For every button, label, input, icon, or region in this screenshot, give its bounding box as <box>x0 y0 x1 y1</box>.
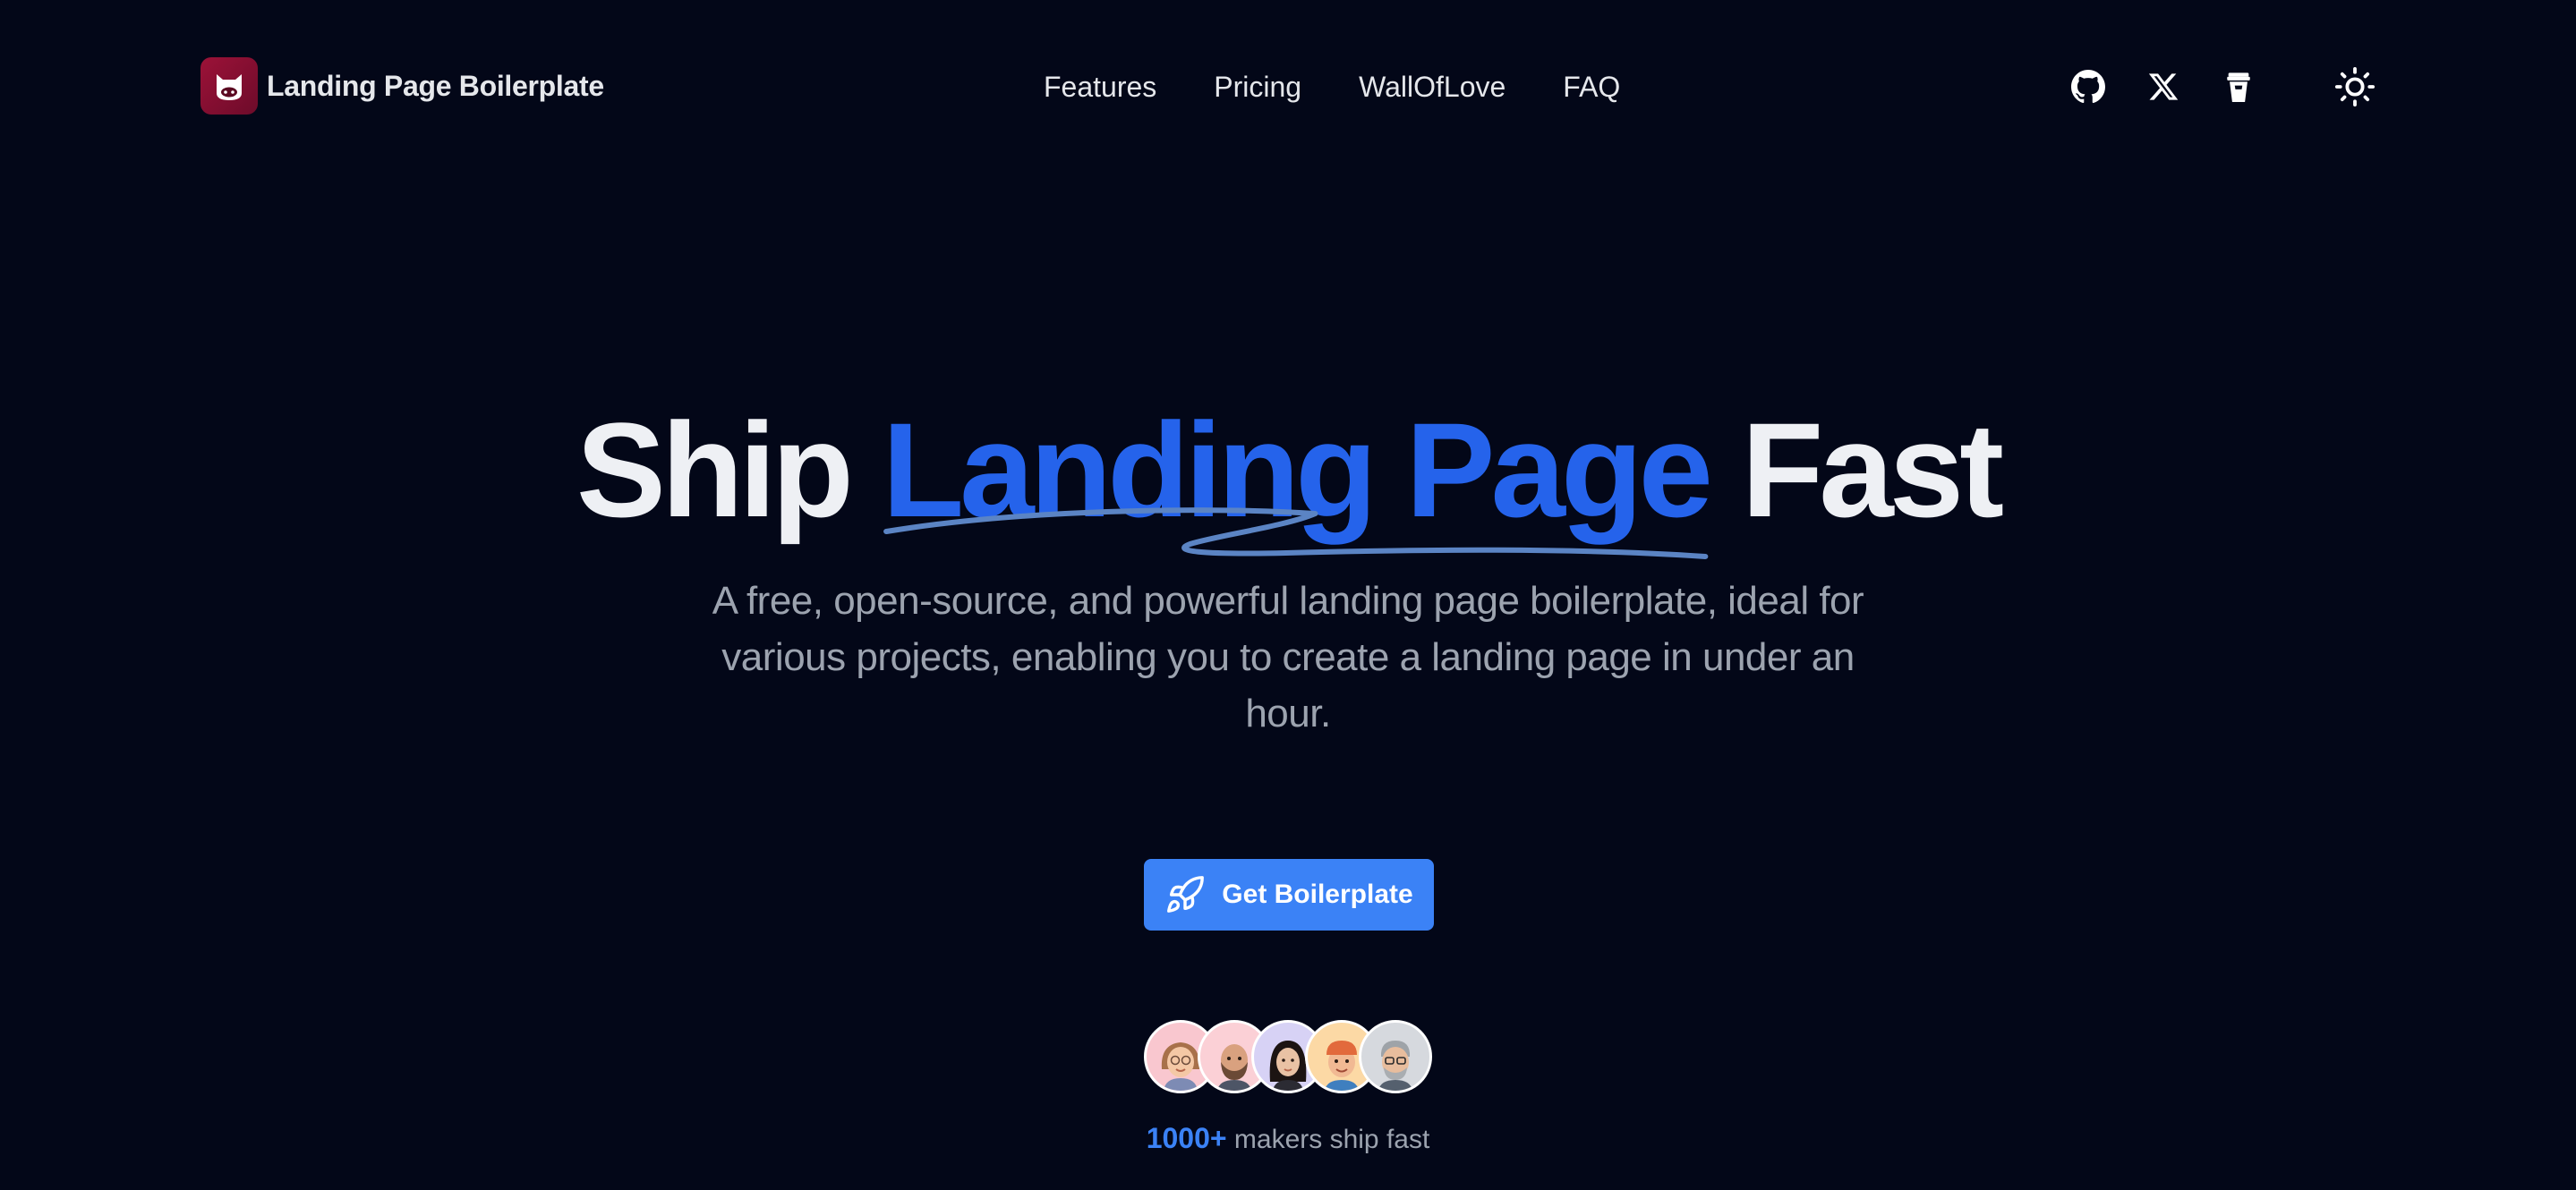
get-boilerplate-button[interactable]: Get Boilerplate <box>1144 859 1434 931</box>
get-boilerplate-label: Get Boilerplate <box>1222 880 1413 909</box>
brand-name: Landing Page Boilerplate <box>267 69 604 102</box>
hero-title-accent: Landing Page <box>882 394 1713 559</box>
sun-icon[interactable] <box>2333 64 2377 109</box>
maker-avatars <box>1144 1020 1432 1093</box>
makers-label: makers ship fast <box>1226 1125 1430 1154</box>
brand-logo <box>200 57 258 115</box>
hero-title-end: Fast <box>1708 395 2004 545</box>
brand-link[interactable]: Landing Page Boilerplate <box>200 57 604 115</box>
rocket-icon <box>1164 874 1206 915</box>
nav-link-features[interactable]: Features <box>1044 66 1156 107</box>
x-twitter-icon[interactable] <box>2141 64 2186 109</box>
main-nav: Features Pricing WallOfLove FAQ <box>1044 66 1620 107</box>
hero-subtitle: A free, open-source, and powerful landin… <box>712 579 1864 735</box>
hero-title-accent-text: Landing Page <box>882 395 1713 545</box>
nav-link-pricing[interactable]: Pricing <box>1214 66 1301 107</box>
github-icon[interactable] <box>2066 64 2111 109</box>
cat-mascot-icon <box>217 74 242 100</box>
avatar <box>1359 1020 1432 1093</box>
site-header: Landing Page Boilerplate Features Pricin… <box>0 0 2576 172</box>
coffee-cup-icon[interactable] <box>2216 64 2261 109</box>
makers-count: 1000+ <box>1146 1122 1227 1154</box>
hero-title-start: Ship <box>576 395 883 545</box>
hero-title: Ship Landing Page Fast <box>0 394 2576 559</box>
nav-link-faq[interactable]: FAQ <box>1563 66 1620 107</box>
nav-link-wall-of-love[interactable]: WallOfLove <box>1359 66 1506 107</box>
makers-count-text: 1000+ makers ship fast <box>0 1122 2576 1155</box>
